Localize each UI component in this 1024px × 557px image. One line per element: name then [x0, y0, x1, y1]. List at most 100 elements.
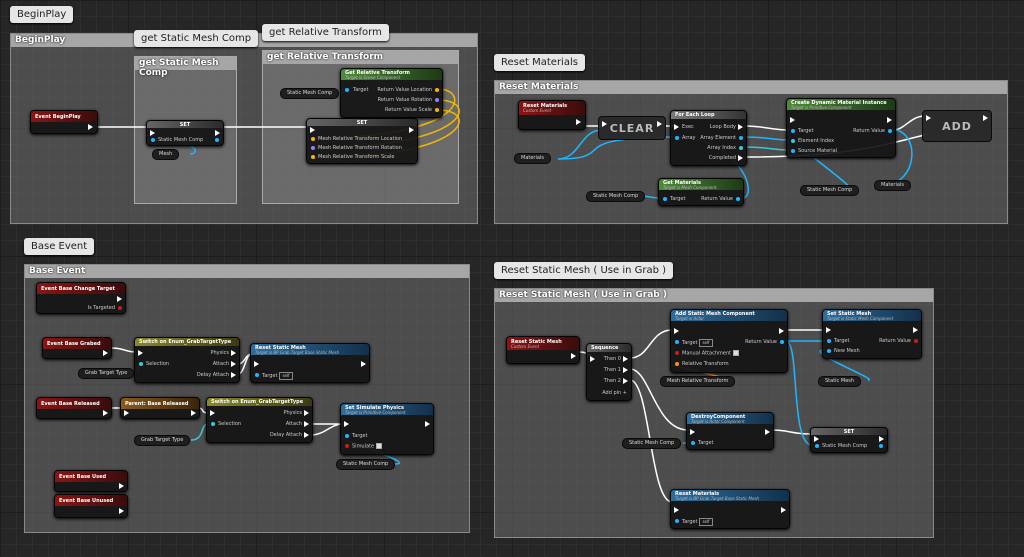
location-pin[interactable]	[311, 137, 315, 141]
self-box[interactable]: self	[279, 372, 293, 380]
array-pin[interactable]	[675, 136, 679, 140]
manual-attachment-pin[interactable]	[675, 351, 679, 355]
exec-out-pin[interactable]	[103, 350, 108, 356]
event-base-change-target-node[interactable]: Event Base Change Target Is Targeted	[36, 282, 126, 314]
selection-pin[interactable]	[139, 362, 143, 366]
static-mesh-comp-variable[interactable]: Static Mesh Comp	[586, 191, 646, 202]
exec-out-pin[interactable]	[779, 328, 784, 334]
scale-pin[interactable]	[435, 108, 439, 112]
exec-out-pin[interactable]	[361, 361, 366, 367]
event-base-used-node[interactable]: Event Base Used	[54, 470, 128, 492]
return-value-pin[interactable]	[780, 340, 784, 344]
array-element-pin[interactable]	[739, 136, 743, 140]
delay-attach-pin[interactable]	[304, 432, 309, 438]
exec-out-pin[interactable]	[409, 127, 414, 133]
reset-static-mesh-event-node[interactable]: Reset Static Mesh Custom Event	[506, 336, 580, 364]
exec-in-pin[interactable]	[674, 328, 679, 334]
exec-out-pin[interactable]	[983, 115, 988, 121]
exec-out-pin[interactable]	[879, 436, 884, 442]
exec-in-pin[interactable]	[602, 121, 607, 127]
add-pin-button[interactable]: Add pin +	[602, 390, 627, 396]
exec-out-pin[interactable]	[119, 483, 124, 489]
exec-out-pin[interactable]	[571, 353, 576, 359]
scale-pin[interactable]	[311, 155, 315, 159]
exec-out-pin[interactable]	[103, 410, 108, 416]
materials-variable[interactable]: Materials	[874, 180, 911, 191]
target-pin[interactable]	[675, 519, 679, 523]
exec-out-pin[interactable]	[425, 421, 430, 427]
target-pin[interactable]	[345, 88, 349, 92]
target-pin[interactable]	[827, 339, 831, 343]
static-mesh-comp-pin[interactable]	[815, 444, 819, 448]
target-pin[interactable]	[663, 197, 667, 201]
exec-out-pin[interactable]	[88, 124, 93, 130]
rotation-pin[interactable]	[311, 146, 315, 150]
set-static-mesh-comp-node[interactable]: SET Static Mesh Comp	[146, 120, 224, 146]
exec-out-pin[interactable]	[191, 410, 196, 416]
exec-out-pin[interactable]	[887, 117, 892, 123]
event-base-grabed-node[interactable]: Event Base Grabed	[42, 337, 112, 359]
return-value-pin[interactable]	[914, 339, 918, 343]
loop-body-pin[interactable]	[738, 124, 743, 130]
completed-pin[interactable]	[738, 155, 743, 161]
exec-in-pin[interactable]	[690, 429, 695, 435]
target-pin[interactable]	[691, 441, 695, 445]
bubble-reset-static-mesh[interactable]: Reset Static Mesh ( Use in Grab )	[494, 262, 674, 279]
then-0-pin[interactable]	[623, 356, 628, 362]
is-targeted-pin[interactable]	[118, 306, 122, 310]
exec-in-pin[interactable]	[138, 350, 143, 356]
reset-static-mesh-call-node[interactable]: Reset Static Mesh Target is BP Grab Targe…	[250, 343, 370, 383]
exec-in-pin[interactable]	[124, 410, 129, 416]
new-mesh-pin[interactable]	[827, 349, 831, 353]
target-pin[interactable]	[345, 434, 349, 438]
physics-pin[interactable]	[231, 350, 236, 356]
rotation-pin[interactable]	[435, 98, 439, 102]
then-1-pin[interactable]	[623, 367, 628, 373]
exec-in-pin[interactable]	[826, 327, 831, 333]
bubble-get-relative-transform[interactable]: get Relative Transform	[262, 24, 389, 41]
reset-materials-event-node[interactable]: Reset Materials Custom Event	[518, 100, 586, 130]
destroy-component-node[interactable]: DestroyComponent Target is Actor Componen…	[686, 412, 774, 450]
event-beginplay-node[interactable]: Event BeginPlay	[30, 110, 98, 134]
output-pin[interactable]	[879, 444, 883, 448]
target-pin[interactable]	[791, 129, 795, 133]
simulate-pin[interactable]	[345, 444, 349, 448]
event-base-unused-node[interactable]: Event Base Unused	[54, 494, 128, 518]
attach-pin[interactable]	[304, 421, 309, 427]
sequence-node[interactable]: Sequence Then 0 Then 1 Then 2 Add pin +	[586, 343, 632, 401]
selection-pin[interactable]	[211, 422, 215, 426]
physics-pin[interactable]	[304, 410, 309, 416]
exec-in-pin[interactable]	[926, 115, 931, 121]
exec-in-pin[interactable]	[210, 410, 215, 416]
source-material-pin[interactable]	[791, 149, 795, 153]
delay-attach-pin[interactable]	[231, 372, 236, 378]
element-index-pin[interactable]	[791, 139, 795, 143]
bubble-base-event[interactable]: Base Event	[24, 238, 95, 255]
get-materials-node[interactable]: Get Materials Target is Mesh Component Ta…	[658, 178, 744, 206]
mesh-variable[interactable]: Mesh	[152, 149, 180, 160]
simulate-checkbox[interactable]	[376, 443, 383, 449]
materials-variable[interactable]: Materials	[514, 153, 551, 164]
add-array-node[interactable]: ADD	[922, 110, 992, 142]
return-value-pin[interactable]	[888, 129, 892, 133]
static-mesh-comp-variable[interactable]: Static Mesh Comp	[622, 438, 682, 449]
target-pin[interactable]	[675, 340, 679, 344]
exec-out-pin[interactable]	[215, 130, 220, 136]
static-mesh-variable[interactable]: Static Mesh	[818, 376, 862, 387]
exec-in-pin[interactable]	[814, 436, 819, 442]
bubble-reset-materials[interactable]: Reset Materials	[494, 54, 585, 71]
relative-transform-pin[interactable]	[675, 362, 679, 366]
set-mesh-relative-transform-node[interactable]: SET Mesh Relative Transform Location Mes…	[306, 118, 418, 164]
set-static-mesh-comp-node[interactable]: SET Static Mesh Comp	[810, 427, 888, 453]
exec-in-pin[interactable]	[310, 127, 315, 133]
exec-in-pin[interactable]	[150, 130, 155, 136]
reset-materials-call-node[interactable]: Reset Materials Target is BP Grab Target …	[670, 489, 790, 529]
parent-base-released-node[interactable]: Parent: Base Released	[120, 397, 200, 419]
switch-on-grab-target-type-node[interactable]: Switch on Enum_GrabTargetType Physics Se…	[134, 337, 240, 383]
static-mesh-comp-variable[interactable]: Static Mesh Comp	[800, 185, 860, 196]
static-mesh-comp-variable[interactable]: Static Mesh Comp	[336, 459, 396, 470]
static-mesh-comp-variable[interactable]: Static Mesh Comp	[280, 88, 340, 99]
location-pin[interactable]	[435, 88, 439, 92]
set-static-mesh-node[interactable]: Set Static Mesh Target is Static Mesh Com…	[822, 309, 922, 359]
exec-out-pin[interactable]	[576, 119, 581, 125]
